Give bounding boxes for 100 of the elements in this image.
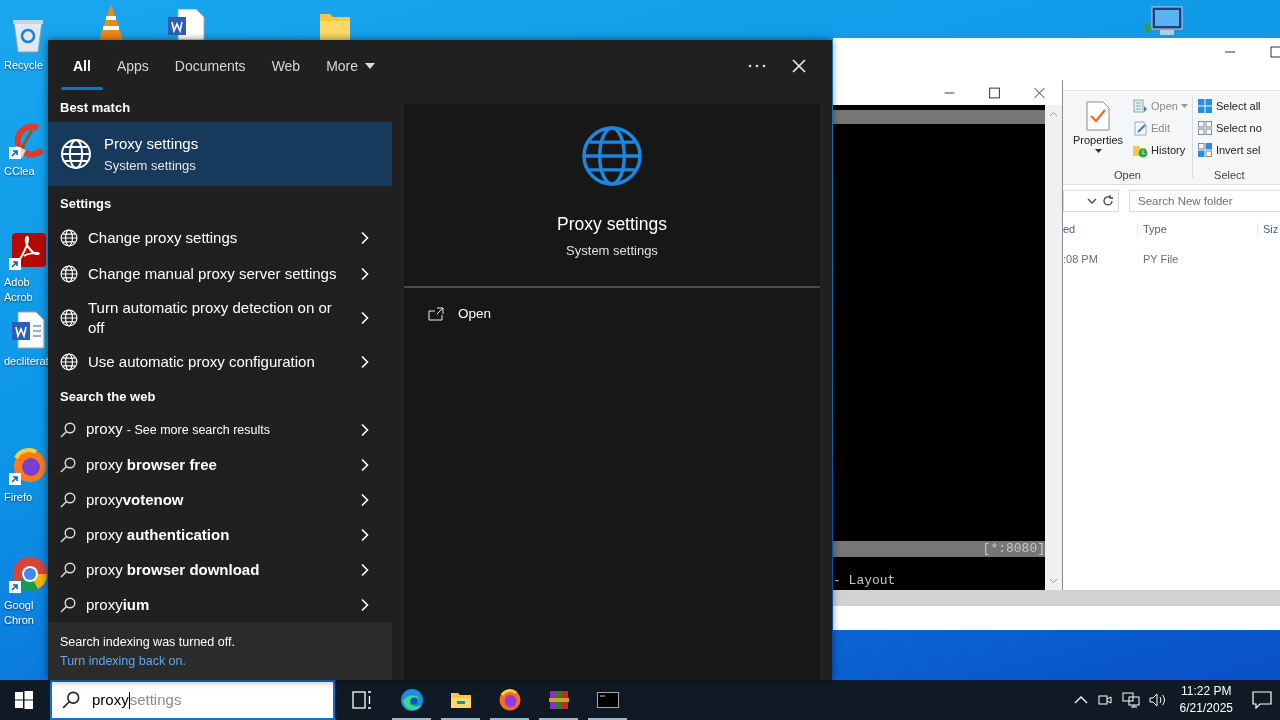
section-heading: Settings bbox=[59, 194, 113, 213]
document-icon[interactable] bbox=[166, 9, 206, 40]
caret-down-icon[interactable] bbox=[365, 63, 376, 69]
result-title: Proxy settings bbox=[104, 135, 199, 152]
horizontal-scrollbar[interactable] bbox=[833, 590, 1280, 606]
address-bar[interactable] bbox=[1063, 190, 1119, 212]
column-header[interactable]: Siz bbox=[1257, 223, 1280, 235]
open-action[interactable]: Open bbox=[404, 288, 820, 339]
chevron-up-icon[interactable] bbox=[1073, 696, 1088, 704]
filter-tab[interactable]: More bbox=[314, 40, 388, 92]
refresh-icon[interactable] bbox=[1101, 194, 1115, 208]
browser-icon[interactable] bbox=[497, 688, 522, 712]
search-icon bbox=[60, 421, 76, 438]
app-icon[interactable] bbox=[8, 231, 48, 271]
browser-icon[interactable] bbox=[8, 446, 48, 486]
page-check-icon bbox=[1085, 101, 1111, 131]
desktop-icon-label: Googl bbox=[4, 598, 34, 613]
globe-icon bbox=[580, 124, 644, 188]
result-item[interactable]: proxyvotenow bbox=[48, 482, 392, 517]
search-icon bbox=[60, 491, 76, 508]
section-heading: Best match bbox=[59, 98, 132, 117]
chevron-right-icon[interactable] bbox=[360, 527, 370, 542]
computer-icon[interactable] bbox=[1142, 6, 1186, 38]
chevron-right-icon[interactable] bbox=[360, 457, 370, 472]
chevron-right-icon[interactable] bbox=[360, 355, 370, 369]
result-item[interactable]: proxyium bbox=[48, 587, 392, 622]
filter-tab[interactable]: Documents bbox=[162, 40, 258, 92]
start-icon[interactable] bbox=[15, 691, 33, 709]
result-item[interactable]: Use automatic proxy configuration bbox=[48, 344, 392, 380]
console-text: - Layout bbox=[833, 573, 897, 589]
search-icon bbox=[60, 526, 76, 543]
chevron-right-icon[interactable] bbox=[360, 311, 370, 325]
volume-icon[interactable] bbox=[1148, 692, 1167, 708]
clock[interactable]: 11:22 PM 6/21/2025 bbox=[1179, 683, 1233, 717]
desktop-icon-label: CClea bbox=[4, 164, 35, 179]
result-item[interactable]: proxy browser free bbox=[48, 447, 392, 482]
result-subtitle: System settings bbox=[104, 158, 197, 173]
properties-button[interactable]: Properties bbox=[1067, 97, 1129, 169]
console-status: [*:8080] bbox=[982, 541, 1045, 557]
desktop-icon-label: Firefo bbox=[4, 490, 33, 505]
close-icon[interactable] bbox=[792, 59, 806, 73]
search-icon bbox=[62, 691, 80, 709]
desktop-icon-label: Adob bbox=[4, 275, 30, 290]
chevron-right-icon[interactable] bbox=[360, 597, 370, 612]
search-field[interactable]: proxysettings bbox=[50, 680, 335, 720]
table-cell-text: :08 PM bbox=[1063, 253, 1099, 265]
result-item[interactable]: proxy browser download bbox=[48, 552, 392, 587]
notice-text: Search indexing was turned off. bbox=[60, 634, 236, 649]
search-field[interactable]: Search New folder bbox=[1129, 190, 1280, 212]
result-item[interactable]: Change manual proxy server settings bbox=[48, 256, 392, 292]
group-label: Select bbox=[1214, 169, 1245, 183]
browser-icon[interactable] bbox=[399, 688, 424, 712]
desktop-icon-label: Chron bbox=[4, 613, 34, 628]
browser-icon[interactable] bbox=[8, 554, 48, 594]
ribbon-button[interactable]: Select all bbox=[1196, 97, 1262, 115]
globe-icon bbox=[60, 353, 78, 371]
turn-on-indexing-link[interactable]: Turn indexing back on. bbox=[60, 653, 186, 668]
more-options-icon[interactable] bbox=[748, 64, 766, 68]
best-match-item[interactable]: Proxy settings System settings bbox=[48, 122, 392, 186]
preview-subtitle: System settings bbox=[566, 243, 658, 258]
group-label: Open bbox=[1114, 169, 1141, 183]
list-icon bbox=[1132, 98, 1148, 114]
ribbon-button[interactable]: Invert sel bbox=[1196, 141, 1262, 159]
column-header[interactable]: ed bbox=[1063, 223, 1137, 235]
table-cell-text: PY File bbox=[1142, 253, 1180, 265]
column-header[interactable]: Type bbox=[1137, 223, 1257, 235]
traffic-cone-icon[interactable] bbox=[96, 4, 126, 40]
globe-icon bbox=[60, 138, 92, 170]
result-item[interactable]: proxy - See more search results bbox=[48, 412, 392, 447]
desktop-icon-label: Acrob bbox=[4, 290, 33, 305]
notification-icon[interactable] bbox=[1252, 691, 1272, 709]
search-icon bbox=[60, 456, 76, 473]
chevron-right-icon[interactable] bbox=[360, 231, 370, 245]
archive-icon[interactable] bbox=[546, 688, 571, 712]
filter-tab[interactable]: Apps bbox=[104, 40, 161, 92]
result-item[interactable]: Change proxy settings bbox=[48, 220, 392, 256]
camera-icon[interactable] bbox=[1096, 692, 1113, 708]
grid-icon bbox=[1196, 142, 1213, 158]
desktop-icon-label: Recycle bbox=[4, 58, 44, 73]
caret-down-icon[interactable] bbox=[1094, 149, 1102, 153]
ribbon-button[interactable]: Select no bbox=[1196, 119, 1262, 137]
network-icon[interactable] bbox=[1121, 692, 1140, 708]
chevron-right-icon[interactable] bbox=[360, 562, 370, 577]
desktop-icon-label: decliterat bbox=[4, 354, 48, 369]
page-icon bbox=[1132, 120, 1148, 136]
chevron-right-icon[interactable] bbox=[360, 492, 370, 507]
chevron-right-icon[interactable] bbox=[360, 422, 370, 437]
grid-icon bbox=[1196, 98, 1213, 114]
grid-icon bbox=[1196, 120, 1213, 136]
chevron-down-icon[interactable] bbox=[1087, 197, 1097, 205]
filter-tab[interactable]: All bbox=[61, 40, 103, 92]
result-item[interactable]: proxy authentication bbox=[48, 517, 392, 552]
task-view-icon[interactable] bbox=[350, 688, 374, 712]
preview-title: Proxy settings bbox=[557, 214, 667, 235]
search-icon bbox=[60, 596, 76, 613]
ribbon-button[interactable]: History bbox=[1132, 141, 1188, 159]
globe-icon bbox=[60, 309, 78, 327]
filter-tab[interactable]: Web bbox=[259, 40, 313, 92]
chevron-right-icon[interactable] bbox=[360, 267, 370, 281]
result-item[interactable]: Turn automatic proxy detection on or off bbox=[48, 292, 392, 344]
